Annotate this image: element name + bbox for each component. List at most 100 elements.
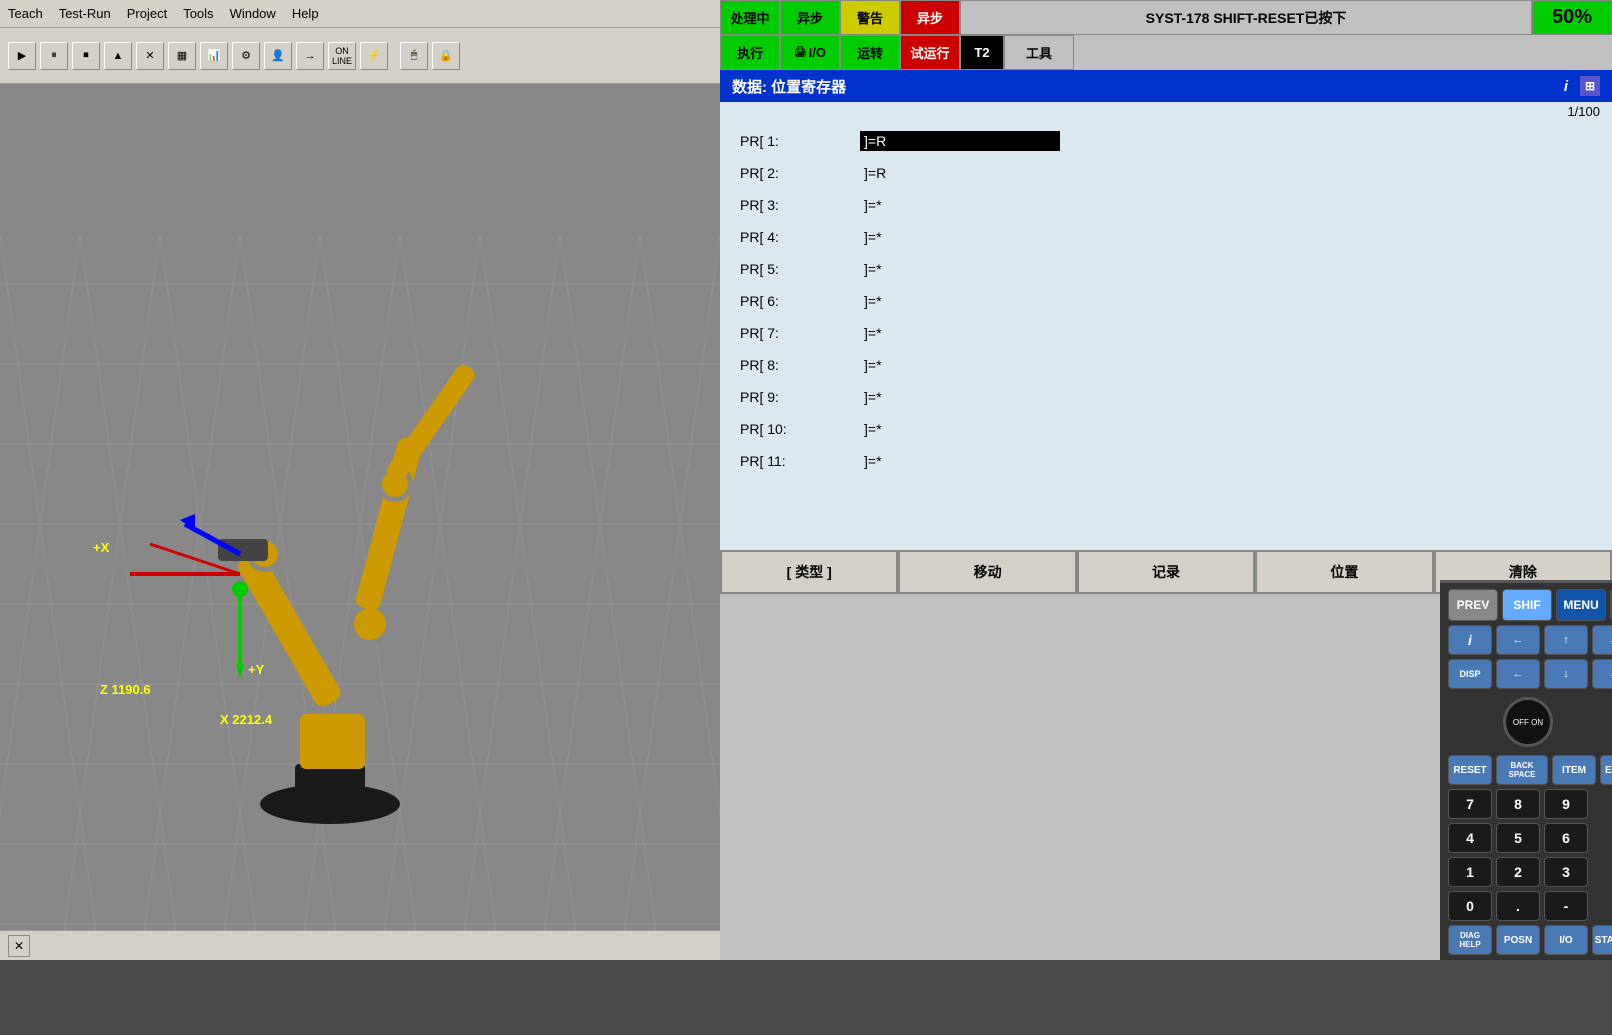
pendant-btn-shif[interactable]: SHIF xyxy=(1502,589,1552,621)
pr-label-4: PR[ 4: xyxy=(740,229,860,245)
viewport: +X +Y Z 1190.6 X 2212.4 xyxy=(0,84,720,960)
pr-label-6: PR[ 6: xyxy=(740,293,860,309)
toolbar-chart[interactable]: 📊 xyxy=(200,42,228,70)
pr-row-4[interactable]: PR[ 4: ]=* xyxy=(720,221,1612,253)
status-processing: 处理中 xyxy=(720,0,780,35)
pendant-num-7[interactable]: 7 xyxy=(1448,789,1492,819)
pendant-num-5[interactable]: 5 xyxy=(1496,823,1540,853)
pendant-num-9[interactable]: 9 xyxy=(1544,789,1588,819)
pr-value-4: ]=* xyxy=(860,227,886,247)
pr-value-6: ]=* xyxy=(860,291,886,311)
pr-value-9: ]=* xyxy=(860,387,886,407)
pendant-btn-diag[interactable]: DIAGHELP xyxy=(1448,925,1492,955)
pendant-btn-up[interactable]: ↑ xyxy=(1544,625,1588,655)
pendant-btn-reset[interactable]: RESET xyxy=(1448,755,1492,785)
pr-label-9: PR[ 9: xyxy=(740,389,860,405)
pendant-num-minus[interactable]: - xyxy=(1544,891,1588,921)
menu-teach[interactable]: Teach xyxy=(8,6,43,21)
info-icon[interactable]: i xyxy=(1556,76,1576,96)
pendant-num-3[interactable]: 3 xyxy=(1544,857,1588,887)
toolbar: ▶ ⏸ ⏹ ▲ ✕ ▦ 📊 ⚙ 👤 → ONLINE ⚡ 🖱 🔒 xyxy=(0,28,720,84)
toolbar-close[interactable]: ✕ xyxy=(136,42,164,70)
func-btn-type[interactable]: [ 类型 ] xyxy=(720,550,898,594)
pendant-num-dot[interactable]: . xyxy=(1496,891,1540,921)
status-percent: 50% xyxy=(1532,0,1612,35)
pr-value-3: ]=* xyxy=(860,195,886,215)
pr-row-3[interactable]: PR[ 3: ]=* xyxy=(720,189,1612,221)
pendant-btn-right2[interactable]: → xyxy=(1592,659,1612,689)
pendant-btn-backspace[interactable]: BACKSPACE xyxy=(1496,755,1548,785)
status-async2: 异步 xyxy=(900,0,960,35)
func-btn-record[interactable]: 记录 xyxy=(1077,550,1255,594)
data-panel: 数据: 位置寄存器 i ⊞ 1/100 PR[ 1: ]=R PR[ 2: ]=… xyxy=(720,70,1612,550)
pendant-num-2[interactable]: 2 xyxy=(1496,857,1540,887)
svg-text:+X: +X xyxy=(93,540,110,555)
toolbar-play[interactable]: ▶ xyxy=(8,42,36,70)
pendant-btn-menu[interactable]: MENU xyxy=(1556,589,1606,621)
pendant-num-0[interactable]: 0 xyxy=(1448,891,1492,921)
pr-row-6[interactable]: PR[ 6: ]=* xyxy=(720,285,1612,317)
pendant-num-1[interactable]: 1 xyxy=(1448,857,1492,887)
status-execute: 执行 xyxy=(720,35,780,70)
toolbar-lock[interactable]: 🔒 xyxy=(432,42,460,70)
pr-row-10[interactable]: PR[ 10: ]=* xyxy=(720,413,1612,445)
bottom-close-btn[interactable]: ✕ xyxy=(8,935,30,957)
pr-row-1[interactable]: PR[ 1: ]=R xyxy=(720,125,1612,157)
pendant-btn-left[interactable]: ← xyxy=(1496,625,1540,655)
pr-list: PR[ 1: ]=R PR[ 2: ]=R PR[ 3: ]=* PR[ 4: … xyxy=(720,121,1612,481)
menu-testrun[interactable]: Test-Run xyxy=(59,6,111,21)
func-btn-position[interactable]: 位置 xyxy=(1255,550,1433,594)
pr-row-8[interactable]: PR[ 8: ]=* xyxy=(720,349,1612,381)
pendant-btn-io[interactable]: I/O xyxy=(1544,925,1588,955)
toolbar-grid[interactable]: ▦ xyxy=(168,42,196,70)
pr-row-2[interactable]: PR[ 2: ]=R xyxy=(720,157,1612,189)
pr-value-8: ]=* xyxy=(860,355,886,375)
menu-help[interactable]: Help xyxy=(292,6,319,21)
pendant-btn-prev[interactable]: PREV xyxy=(1448,589,1498,621)
pendant-num-4[interactable]: 4 xyxy=(1448,823,1492,853)
menu-tools[interactable]: Tools xyxy=(183,6,213,21)
pr-label-10: PR[ 10: xyxy=(740,421,860,437)
pr-label-8: PR[ 8: xyxy=(740,357,860,373)
toolbar-pause[interactable]: ⏸ xyxy=(40,42,68,70)
toolbar-eject[interactable]: ▲ xyxy=(104,42,132,70)
toolbar-person[interactable]: 👤 xyxy=(264,42,292,70)
pr-row-5[interactable]: PR[ 5: ]=* xyxy=(720,253,1612,285)
pendant-btn-disp[interactable]: DISP xyxy=(1448,659,1492,689)
status-bar: 处理中 异步 警告 异步 SYST-178 SHIFT-RESET已按下 50%… xyxy=(720,0,1612,70)
pendant-btn-posn-fn[interactable]: POSN xyxy=(1496,925,1540,955)
pr-value-7: ]=* xyxy=(860,323,886,343)
pr-row-11[interactable]: PR[ 11: ]=* xyxy=(720,445,1612,477)
toolbar-cursor[interactable]: 🖱 xyxy=(400,42,428,70)
pendant-num-6[interactable]: 6 xyxy=(1544,823,1588,853)
expand-btn[interactable]: ⊞ xyxy=(1580,76,1600,96)
pendant: PREV SHIF MENU SELECT EDIT DATA FCTN SHI… xyxy=(1440,580,1612,960)
pr-value-2: ]=R xyxy=(860,163,890,183)
status-t2: T2 xyxy=(960,35,1004,70)
pendant-btn-left2[interactable]: ← xyxy=(1496,659,1540,689)
data-panel-title: 数据: 位置寄存器 xyxy=(732,76,846,97)
menu-project[interactable]: Project xyxy=(127,6,167,21)
toolbar-arrow[interactable]: → xyxy=(296,42,324,70)
pendant-btn-status[interactable]: STATUS xyxy=(1592,925,1612,955)
pendant-btn-item[interactable]: ITEM xyxy=(1552,755,1596,785)
pr-row-7[interactable]: PR[ 7: ]=* xyxy=(720,317,1612,349)
menu-bar: Teach Test-Run Project Tools Window Help xyxy=(0,0,720,28)
toolbar-stop[interactable]: ⏹ xyxy=(72,42,100,70)
status-row2: 执行 🖨 I/O 运转 试运行 T2 工具 xyxy=(720,35,1612,70)
pendant-btn-offon[interactable]: OFF ON xyxy=(1503,697,1553,747)
pendant-top-row: PREV SHIF MENU SELECT EDIT DATA FCTN SHI… xyxy=(1440,583,1612,625)
func-btn-move[interactable]: 移动 xyxy=(898,550,1076,594)
status-trial: 试运行 xyxy=(900,35,960,70)
pendant-btn-down[interactable]: ↓ xyxy=(1544,659,1588,689)
pendant-num-8[interactable]: 8 xyxy=(1496,789,1540,819)
pendant-btn-info[interactable]: i xyxy=(1448,625,1492,655)
pr-row-9[interactable]: PR[ 9: ]=* xyxy=(720,381,1612,413)
toolbar-settings[interactable]: ⚙ xyxy=(232,42,260,70)
menu-window[interactable]: Window xyxy=(230,6,276,21)
pendant-btn-enter[interactable]: ENTER xyxy=(1600,755,1612,785)
toolbar-extra[interactable]: ⚡ xyxy=(360,42,388,70)
pr-label-11: PR[ 11: xyxy=(740,453,860,469)
toolbar-online[interactable]: ONLINE xyxy=(328,42,356,70)
pendant-btn-right[interactable]: → xyxy=(1592,625,1612,655)
